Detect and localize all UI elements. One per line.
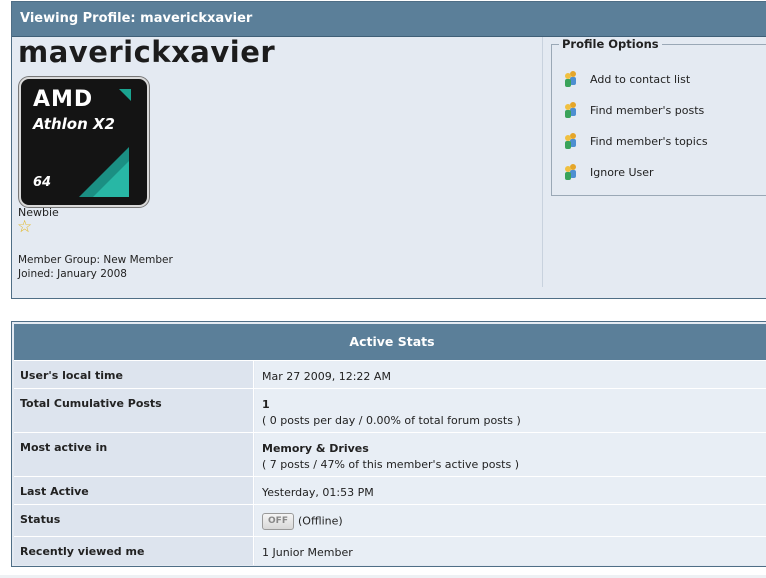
avatar: AMD Athlon X2 64 <box>19 77 149 207</box>
member-group: Member Group: New Member <box>18 254 173 266</box>
status-label: Status <box>14 505 254 537</box>
recently-viewed-label: Recently viewed me <box>14 537 254 565</box>
add-contact-label: Add to contact list <box>590 72 691 86</box>
profile-summary: maverickxavier AMD Athlon X2 64 Newbie ☆… <box>12 35 543 287</box>
find-posts-label: Find member's posts <box>590 103 705 117</box>
find-topics-link[interactable]: Find member's topics <box>562 131 708 151</box>
posts-detail: ( 0 posts per day / 0.00% of total forum… <box>262 414 521 427</box>
avatar-brand: AMD <box>33 87 94 112</box>
amd-logo-icon <box>119 89 131 101</box>
profile-options-legend: Profile Options <box>559 37 662 51</box>
status-badge: OFF <box>262 513 294 530</box>
avatar-bits: 64 <box>33 175 52 190</box>
users-icon <box>565 71 576 87</box>
local-time-label: User's local time <box>14 361 254 389</box>
posts-label: Total Cumulative Posts <box>14 389 254 433</box>
last-active-value: Yesterday, 01:53 PM <box>255 477 766 505</box>
profile-header: Viewing Profile: maverickxavier <box>12 2 766 37</box>
table-row: Status OFF (Offline) <box>14 504 766 537</box>
table-row: User's local time Mar 27 2009, 12:22 AM <box>14 360 766 389</box>
status-value-cell: OFF (Offline) <box>255 505 766 537</box>
last-active-label: Last Active <box>14 477 254 505</box>
star-icon: ☆ <box>17 217 33 237</box>
join-date: Joined: January 2008 <box>18 268 127 280</box>
most-active-detail: ( 7 posts / 47% of this member's active … <box>262 458 520 471</box>
ignore-user-link[interactable]: Ignore User <box>562 162 654 182</box>
profile-panel: Viewing Profile: maverickxavier maverick… <box>11 1 766 299</box>
table-row: Recently viewed me 1 Junior Member <box>14 536 766 565</box>
table-row: Most active in Memory & Drives ( 7 posts… <box>14 432 766 477</box>
table-row: Total Cumulative Posts 1 ( 0 posts per d… <box>14 388 766 433</box>
find-posts-link[interactable]: Find member's posts <box>562 100 704 120</box>
username: maverickxavier <box>18 35 276 69</box>
posts-count: 1 <box>262 398 270 411</box>
ignore-user-label: Ignore User <box>590 165 654 179</box>
users-icon <box>565 102 576 118</box>
local-time-value: Mar 27 2009, 12:22 AM <box>255 361 766 389</box>
avatar-triangle-inner <box>93 161 129 197</box>
recently-viewed-value[interactable]: 1 Junior Member <box>255 537 766 565</box>
users-icon <box>565 164 576 180</box>
most-active-forum-link[interactable]: Memory & Drives <box>262 441 766 457</box>
users-icon <box>565 133 576 149</box>
active-stats-table: Active Stats User's local time Mar 27 20… <box>11 321 766 567</box>
most-active-value-cell: Memory & Drives ( 7 posts / 47% of this … <box>255 433 766 477</box>
table-row: Last Active Yesterday, 01:53 PM <box>14 476 766 505</box>
add-contact-link[interactable]: Add to contact list <box>562 69 690 89</box>
find-topics-label: Find member's topics <box>590 134 708 148</box>
avatar-model: Athlon X2 <box>33 115 115 133</box>
status-value: (Offline) <box>298 514 343 528</box>
most-active-label: Most active in <box>14 433 254 477</box>
active-stats-title: Active Stats <box>14 324 766 360</box>
posts-value-cell: 1 ( 0 posts per day / 0.00% of total for… <box>255 389 766 433</box>
profile-options: Profile Options Add to contact list Find… <box>551 37 766 196</box>
